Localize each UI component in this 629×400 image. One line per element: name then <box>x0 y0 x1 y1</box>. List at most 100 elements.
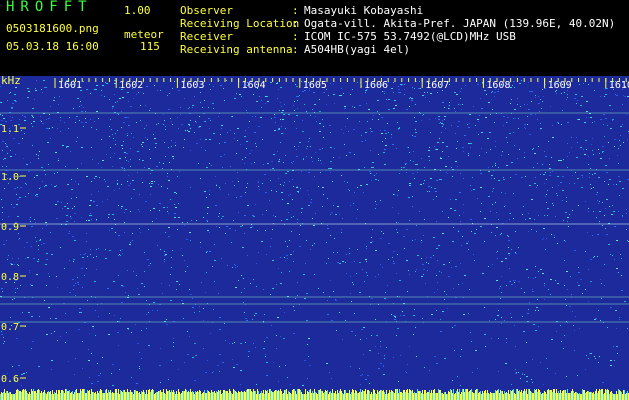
signal-bar <box>260 393 261 400</box>
signal-bar <box>347 393 348 400</box>
signal-bar <box>66 389 67 400</box>
signal-bar <box>478 393 479 400</box>
signal-bar <box>580 394 581 400</box>
signal-bar <box>447 394 448 400</box>
signal-bar <box>152 389 153 400</box>
signal-bar <box>267 390 268 400</box>
signal-bar <box>262 393 263 400</box>
signal-bar <box>348 393 349 400</box>
signal-bar <box>253 389 254 400</box>
signal-bar <box>73 394 74 400</box>
signal-bar <box>509 394 510 400</box>
signal-bar <box>445 392 446 400</box>
signal-bar <box>176 391 177 400</box>
signal-bar <box>112 392 113 400</box>
signal-bar <box>136 391 137 400</box>
signal-bar <box>569 393 570 400</box>
signal-bar <box>614 394 615 400</box>
signal-bar <box>15 393 16 400</box>
signal-bar <box>534 389 535 400</box>
signal-bar <box>91 389 92 400</box>
signal-bar <box>481 394 482 400</box>
frequency-tick-label: 0.8 <box>1 272 19 283</box>
signal-bar <box>413 393 414 400</box>
signal-bar <box>205 393 206 400</box>
signal-bar <box>207 390 208 400</box>
signal-bar <box>314 389 315 400</box>
signal-bar <box>584 390 585 400</box>
signal-bar <box>100 389 101 400</box>
signal-bar <box>113 393 114 400</box>
signal-bar <box>502 391 503 400</box>
signal-bar <box>42 393 43 400</box>
signal-bar <box>480 391 481 400</box>
signal-bar <box>190 389 191 400</box>
signal-bar <box>508 390 509 400</box>
signal-bar <box>465 389 466 400</box>
signal-bar <box>329 392 330 400</box>
frequency-unit-label: kHz <box>1 74 21 87</box>
signal-bar <box>472 392 473 400</box>
signal-bar <box>606 390 607 400</box>
signal-bar <box>64 393 65 400</box>
signal-bar <box>48 391 49 400</box>
signal-bar <box>202 393 203 400</box>
signal-bar <box>384 392 385 400</box>
signal-bar <box>596 389 597 400</box>
signal-bar <box>180 394 181 400</box>
signal-bar <box>135 390 136 400</box>
signal-bar <box>414 392 415 400</box>
signal-bar <box>123 390 124 400</box>
signal-bar <box>332 389 333 400</box>
signal-bar <box>20 391 21 400</box>
signal-bar <box>14 394 15 400</box>
signal-bar <box>6 391 7 400</box>
signal-bar <box>288 391 289 400</box>
signal-bar <box>231 393 232 400</box>
signal-bar <box>236 392 237 400</box>
signal-bar <box>39 390 40 400</box>
signal-bar <box>50 391 51 400</box>
signal-bar <box>124 390 125 400</box>
signal-bar <box>396 389 397 400</box>
signal-bar <box>98 393 99 400</box>
signal-bar <box>623 390 624 400</box>
signal-bar <box>203 392 204 400</box>
signal-bar <box>116 389 117 400</box>
signal-bar <box>234 390 235 400</box>
signal-bar <box>199 390 200 400</box>
signal-bar <box>554 389 555 400</box>
signal-bar <box>132 392 133 400</box>
signal-bar <box>101 390 102 400</box>
signal-bar <box>114 393 115 400</box>
signal-bar <box>583 390 584 400</box>
signal-bar <box>395 389 396 400</box>
signal-bar <box>433 390 434 400</box>
signal-bar <box>282 394 283 400</box>
signal-bar <box>461 392 462 400</box>
signal-bar <box>455 393 456 400</box>
signal-bar <box>469 391 470 400</box>
signal-bar <box>74 392 75 400</box>
signal-bar <box>403 390 404 400</box>
signal-bar <box>60 393 61 400</box>
signal-bar <box>389 390 390 400</box>
signal-bar <box>550 390 551 400</box>
signal-bar <box>284 390 285 400</box>
signal-bar <box>573 391 574 400</box>
signal-bar <box>466 389 467 400</box>
signal-bar <box>417 389 418 400</box>
file-name: 0503181600.png <box>6 22 99 35</box>
signal-bar <box>16 390 17 400</box>
signal-bar <box>122 392 123 400</box>
signal-bar <box>212 392 213 400</box>
signal-bar <box>226 391 227 400</box>
signal-bar <box>299 389 300 400</box>
signal-bar <box>271 391 272 400</box>
signal-bar <box>398 393 399 400</box>
info-colon: : <box>292 17 299 30</box>
signal-bar <box>36 393 37 400</box>
signal-bar <box>120 390 121 400</box>
signal-bar <box>227 391 228 400</box>
signal-bar <box>8 393 9 400</box>
